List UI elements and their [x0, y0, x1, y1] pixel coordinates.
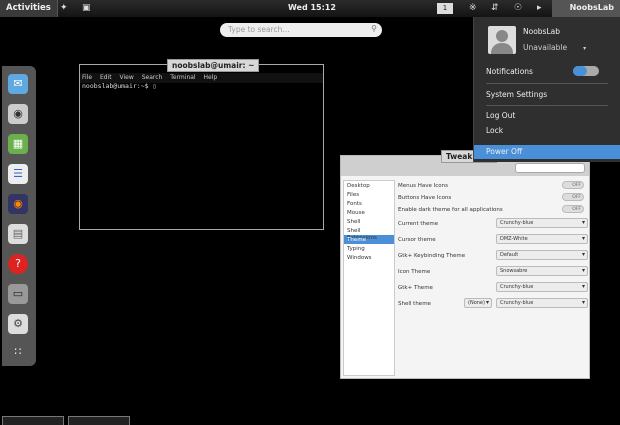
- clock[interactable]: Wed 15:12: [288, 3, 336, 12]
- help-icon[interactable]: ?: [8, 254, 28, 274]
- setting-current-theme: Current theme Crunchy-blue: [398, 218, 588, 230]
- speaker-icon[interactable]: ◉: [8, 104, 28, 124]
- accessibility-icon[interactable]: ☉: [514, 3, 522, 13]
- menu-file[interactable]: File: [82, 74, 92, 81]
- setting-label: Cursor theme: [398, 237, 436, 243]
- terminal-icon[interactable]: ▭: [8, 284, 28, 304]
- sidebar-item-typing[interactable]: Typing: [344, 244, 394, 253]
- chat-icon[interactable]: ✉: [8, 74, 28, 94]
- setting-menus-icons: Menus Have Icons OFF: [398, 180, 588, 192]
- lock-item[interactable]: Lock: [486, 126, 503, 135]
- menu-search[interactable]: Search: [142, 74, 163, 81]
- tweak-tool-window[interactable]: Tweak Tool Desktop Files Fonts Mouse She…: [340, 150, 590, 379]
- setting-shell-theme: Shell theme (None) Crunchy-blue: [398, 298, 588, 310]
- current-theme-select[interactable]: Crunchy-blue: [496, 218, 588, 228]
- sidebar-item-files[interactable]: Files: [344, 190, 394, 199]
- user-menu-label: NoobsLab: [569, 3, 614, 12]
- setting-label: Buttons Have Icons: [398, 195, 452, 201]
- search-icon: ⚲: [371, 24, 377, 33]
- top-bar: Activities ✦ ▣ Wed 15:12 1 ※ ⇵ ☉ ▸ Noobs…: [0, 0, 620, 17]
- volume-icon[interactable]: ▸: [537, 3, 542, 13]
- setting-buttons-icons: Buttons Have Icons OFF: [398, 192, 588, 204]
- status-selector[interactable]: Unavailable ▾: [523, 43, 586, 52]
- menu-view[interactable]: View: [120, 74, 134, 81]
- divider: [486, 83, 608, 84]
- menu-help[interactable]: Help: [204, 74, 218, 81]
- icon-theme-select[interactable]: Snowsabre: [496, 266, 588, 276]
- setting-cursor-theme: Cursor theme DMZ-White: [398, 234, 588, 246]
- buttons-icons-toggle[interactable]: OFF: [562, 193, 584, 201]
- setting-label: Gtk+ Keybinding Theme: [398, 253, 466, 259]
- chevron-down-icon: ▾: [583, 45, 587, 52]
- shell-theme-select[interactable]: Crunchy-blue: [496, 298, 588, 308]
- setting-label: Gtk+ Theme: [398, 285, 433, 291]
- sidebar-item-desktop[interactable]: Desktop: [344, 181, 394, 190]
- log-out-item[interactable]: Log Out: [486, 111, 515, 120]
- setting-gtk-theme: Gtk+ Theme Crunchy-blue: [398, 282, 588, 294]
- setting-keybinding-theme: Gtk+ Keybinding Theme Default: [398, 250, 588, 262]
- app-launcher-icon[interactable]: ✦: [60, 3, 68, 13]
- bluetooth-icon[interactable]: ※: [469, 3, 477, 13]
- search-placeholder: Type to search...: [228, 25, 290, 34]
- disk-icon[interactable]: ▤: [8, 224, 28, 244]
- menus-icons-toggle[interactable]: OFF: [562, 181, 584, 189]
- network-icon[interactable]: ⇵: [491, 3, 499, 13]
- show-apps-icon[interactable]: ∷: [8, 342, 28, 362]
- user-menu-button[interactable]: NoobsLab: [551, 0, 620, 17]
- sidebar-item-windows[interactable]: Windows: [344, 253, 394, 262]
- window-thumbnail[interactable]: [68, 416, 130, 425]
- setting-dark-theme: Enable dark theme for all applications O…: [398, 204, 588, 216]
- tweak-search-input[interactable]: [515, 163, 585, 173]
- setting-label: Icon Theme: [398, 269, 431, 275]
- gtk-theme-select[interactable]: Crunchy-blue: [496, 282, 588, 292]
- toggle-knob: [573, 66, 587, 76]
- firefox-icon[interactable]: ◉: [8, 194, 28, 214]
- activities-button[interactable]: Activities: [0, 0, 58, 17]
- setting-label: Menus Have Icons: [398, 183, 448, 189]
- divider: [486, 105, 608, 106]
- shell-theme-none-select[interactable]: (None): [464, 298, 492, 308]
- search-input[interactable]: Type to search... ⚲: [220, 23, 382, 37]
- setting-label: Enable dark theme for all applications: [398, 207, 503, 213]
- setting-label: Current theme: [398, 221, 439, 227]
- menu-terminal[interactable]: Terminal: [170, 74, 195, 81]
- setting-icon-theme: Icon Theme Snowsabre: [398, 266, 588, 278]
- system-settings-item[interactable]: System Settings: [486, 90, 547, 99]
- terminal-title[interactable]: noobslab@umair: ~: [167, 59, 260, 72]
- notifications-toggle[interactable]: [573, 66, 599, 76]
- workspace-indicator[interactable]: 1: [437, 3, 453, 14]
- sidebar-item-fonts[interactable]: Fonts: [344, 199, 394, 208]
- user-menu: NoobsLab Unavailable ▾ Notifications Syst…: [473, 17, 620, 162]
- dash: ✉ ◉ ▦ ☰ ◉ ▤ ? ▭ ⚙ ∷: [2, 66, 36, 366]
- terminal-prompt[interactable]: noobslab@umair:~$ ▯: [82, 82, 156, 90]
- menu-edit[interactable]: Edit: [100, 74, 112, 81]
- sidebar-item-shell-extensions[interactable]: Shell Extensions: [344, 226, 394, 241]
- tweak-sidebar: Desktop Files Fonts Mouse Shell Shell Ex…: [343, 180, 395, 376]
- sidebar-item-shell[interactable]: Shell: [344, 217, 394, 226]
- folder-icon[interactable]: ▣: [82, 3, 91, 13]
- notifications-label[interactable]: Notifications: [486, 67, 533, 76]
- dark-theme-toggle[interactable]: OFF: [562, 205, 584, 213]
- user-name: NoobsLab: [523, 27, 560, 36]
- terminal-window[interactable]: noobslab@umair: ~ File Edit View Search …: [79, 59, 324, 230]
- document-icon[interactable]: ☰: [8, 164, 28, 184]
- power-off-item[interactable]: Power Off: [486, 147, 522, 156]
- cursor-theme-select[interactable]: DMZ-White: [496, 234, 588, 244]
- sidebar-item-mouse[interactable]: Mouse: [344, 208, 394, 217]
- settings-icon[interactable]: ⚙: [8, 314, 28, 334]
- keybinding-theme-select[interactable]: Default: [496, 250, 588, 260]
- status-label: Unavailable: [523, 43, 568, 52]
- photos-icon[interactable]: ▦: [8, 134, 28, 154]
- window-thumbnail[interactable]: [2, 416, 64, 425]
- avatar: [488, 26, 516, 54]
- setting-label: Shell theme: [398, 301, 431, 307]
